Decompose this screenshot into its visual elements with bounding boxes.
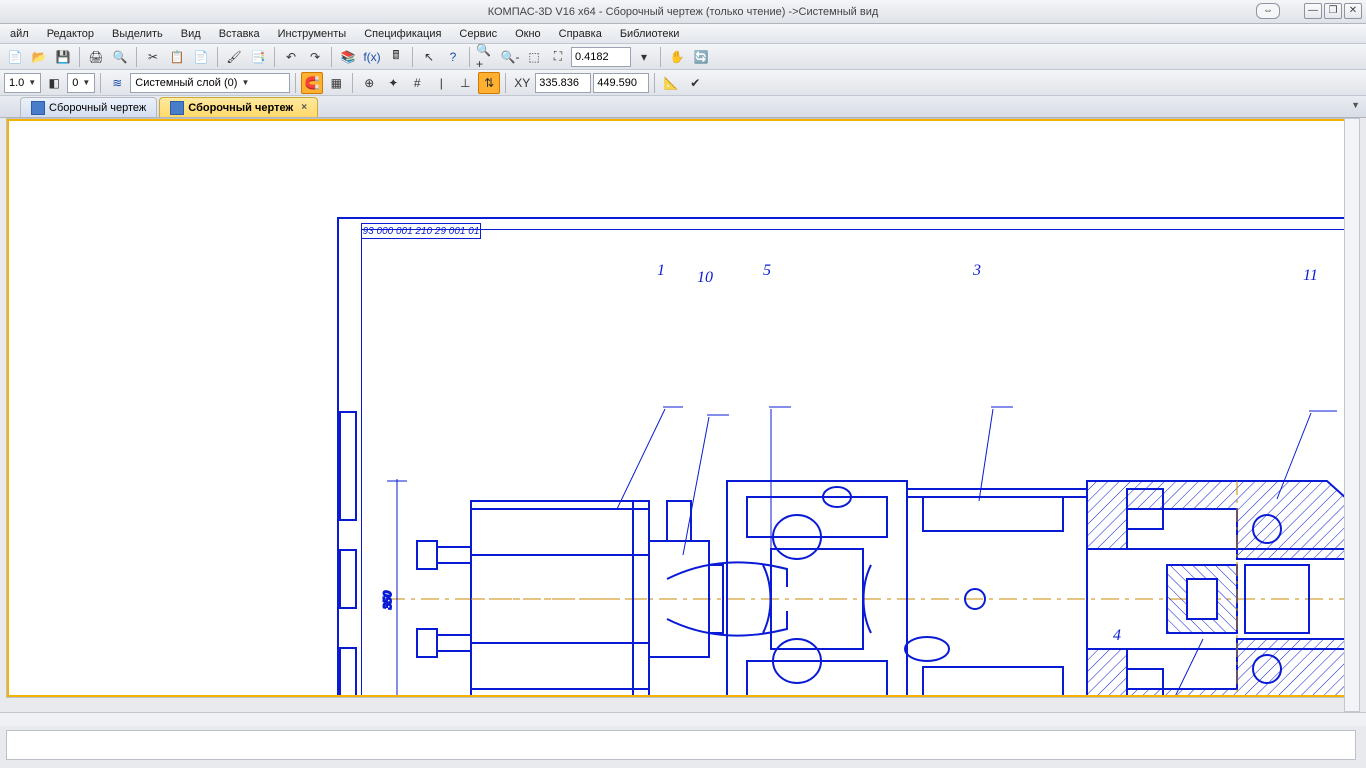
menu-editor[interactable]: Редактор <box>41 26 100 42</box>
open-icon[interactable]: 📂 <box>28 46 50 68</box>
color-icon[interactable]: ◧ <box>43 72 65 94</box>
snap-end-icon[interactable]: ⊕ <box>358 72 380 94</box>
title-bar: КОМПАС-3D V16 x64 - Сборочный чертеж (то… <box>0 0 1366 24</box>
tab-doc-1[interactable]: Сборочный чертеж <box>20 97 157 117</box>
zoom-window-icon[interactable]: ⬚ <box>523 46 545 68</box>
tab-label-2: Сборочный чертеж <box>188 102 293 114</box>
menu-bar: айл Редактор Выделить Вид Вставка Инстру… <box>0 24 1366 44</box>
redo-icon[interactable]: ↷ <box>304 46 326 68</box>
step-combo[interactable]: 0▼ <box>67 73 95 93</box>
new-doc-icon[interactable]: 📄 <box>4 46 26 68</box>
preview-icon[interactable]: 🔍 <box>109 46 131 68</box>
snap-grid-icon[interactable]: # <box>406 72 428 94</box>
callout-11: 11 <box>1303 267 1318 285</box>
undo-icon[interactable]: ↶ <box>280 46 302 68</box>
drawing-side-fields <box>339 411 359 698</box>
menu-libs[interactable]: Библиотеки <box>614 26 686 42</box>
drawing-icon <box>170 101 184 115</box>
menu-file[interactable]: айл <box>4 26 35 42</box>
drawing-svg: 350 <box>367 249 1360 698</box>
brush-icon[interactable]: 🖌 <box>223 46 245 68</box>
menu-spec[interactable]: Спецификация <box>358 26 447 42</box>
tab-close-icon[interactable]: × <box>301 102 307 113</box>
callout-1: 1 <box>657 262 665 280</box>
pan-icon[interactable]: ✋ <box>666 46 688 68</box>
cut-icon[interactable]: ✂ <box>142 46 164 68</box>
callout-5: 5 <box>763 262 771 280</box>
menu-service[interactable]: Сервис <box>453 26 503 42</box>
tabs-overflow-icon[interactable]: ▼ <box>1351 100 1360 110</box>
zoom-in-icon[interactable]: 🔍+ <box>475 46 497 68</box>
layer-combo[interactable]: Системный слой (0)▼ <box>130 73 290 93</box>
menu-help[interactable]: Справка <box>553 26 608 42</box>
drawing-viewport[interactable]: 93 000 001 210 29 001 01 350 <box>6 118 1360 698</box>
variables-icon[interactable]: f(x) <box>361 46 383 68</box>
save-icon[interactable]: 💾 <box>52 46 74 68</box>
snap-perp-icon[interactable]: ⊥ <box>454 72 476 94</box>
close-button[interactable]: ✕ <box>1344 3 1362 19</box>
callout-10: 10 <box>697 269 713 287</box>
window-controls: — ❐ ✕ <box>1304 3 1362 19</box>
menu-view[interactable]: Вид <box>175 26 207 42</box>
line-thickness-combo[interactable]: 1.0▼ <box>4 73 41 93</box>
zoom-out-icon[interactable]: 🔍- <box>499 46 521 68</box>
zoom-fit-icon[interactable]: ⛶ <box>547 46 569 68</box>
check-icon[interactable]: ✔ <box>684 72 706 94</box>
dim-v: 350 <box>380 591 394 610</box>
menu-tools[interactable]: Инструменты <box>272 26 353 42</box>
ortho-line-icon[interactable]: | <box>430 72 452 94</box>
document-tabs: Сборочный чертеж Сборочный чертеж × ▼ <box>0 96 1366 118</box>
app-title: КОМПАС-3D V16 x64 - Сборочный чертеж (то… <box>488 6 879 18</box>
tab-doc-2[interactable]: Сборочный чертеж × <box>159 97 318 117</box>
drawing-titleblock: 93 000 001 210 29 001 01 <box>361 223 481 239</box>
redraw-icon[interactable]: 🔄 <box>690 46 712 68</box>
snap-icon[interactable]: 🧲 <box>301 72 323 94</box>
vertical-scrollbar[interactable] <box>1344 118 1360 712</box>
help-icon[interactable]: ? <box>442 46 464 68</box>
menu-select[interactable]: Выделить <box>106 26 169 42</box>
library-icon[interactable]: 📚 <box>337 46 359 68</box>
paste-icon[interactable]: 📄 <box>190 46 212 68</box>
bottom-divider <box>0 712 1366 726</box>
callout-3: 3 <box>973 262 981 280</box>
coord-x-input[interactable] <box>535 73 591 93</box>
callout-4: 4 <box>1113 627 1121 645</box>
zoom-input[interactable] <box>571 47 631 67</box>
snap-toggle-icon[interactable]: ⇅ <box>478 72 500 94</box>
snap-mid-icon[interactable]: ✦ <box>382 72 404 94</box>
minimize-button[interactable]: — <box>1304 3 1322 19</box>
coord-label-icon: XY <box>511 72 533 94</box>
copy-icon[interactable]: 📋 <box>166 46 188 68</box>
print-icon[interactable]: 🖨 <box>85 46 107 68</box>
tab-label-1: Сборочный чертеж <box>49 102 146 114</box>
menu-window[interactable]: Окно <box>509 26 547 42</box>
maximize-button[interactable]: ❐ <box>1324 3 1342 19</box>
menu-insert[interactable]: Вставка <box>213 26 266 42</box>
cursor-icon[interactable]: ↖ <box>418 46 440 68</box>
status-textbox[interactable] <box>6 730 1356 760</box>
grid-icon[interactable]: ▦ <box>325 72 347 94</box>
layer-icon[interactable]: ≋ <box>106 72 128 94</box>
properties-icon[interactable]: 📑 <box>247 46 269 68</box>
help-badge[interactable]: ⇔ <box>1256 3 1280 19</box>
measure-icon[interactable]: 📐 <box>660 72 682 94</box>
zoom-dropdown-icon[interactable]: ▾ <box>633 46 655 68</box>
drawing-icon <box>31 101 45 115</box>
coord-y-input[interactable] <box>593 73 649 93</box>
toolbar-main: 📄 📂 💾 🖨 🔍 ✂ 📋 📄 🖌 📑 ↶ ↷ 📚 f(x) 🖩 ↖ ? 🔍+ … <box>0 44 1366 70</box>
calc-icon[interactable]: 🖩 <box>385 46 407 68</box>
toolbar-secondary: 1.0▼ ◧ 0▼ ≋ Системный слой (0)▼ 🧲 ▦ ⊕ ✦ … <box>0 70 1366 96</box>
